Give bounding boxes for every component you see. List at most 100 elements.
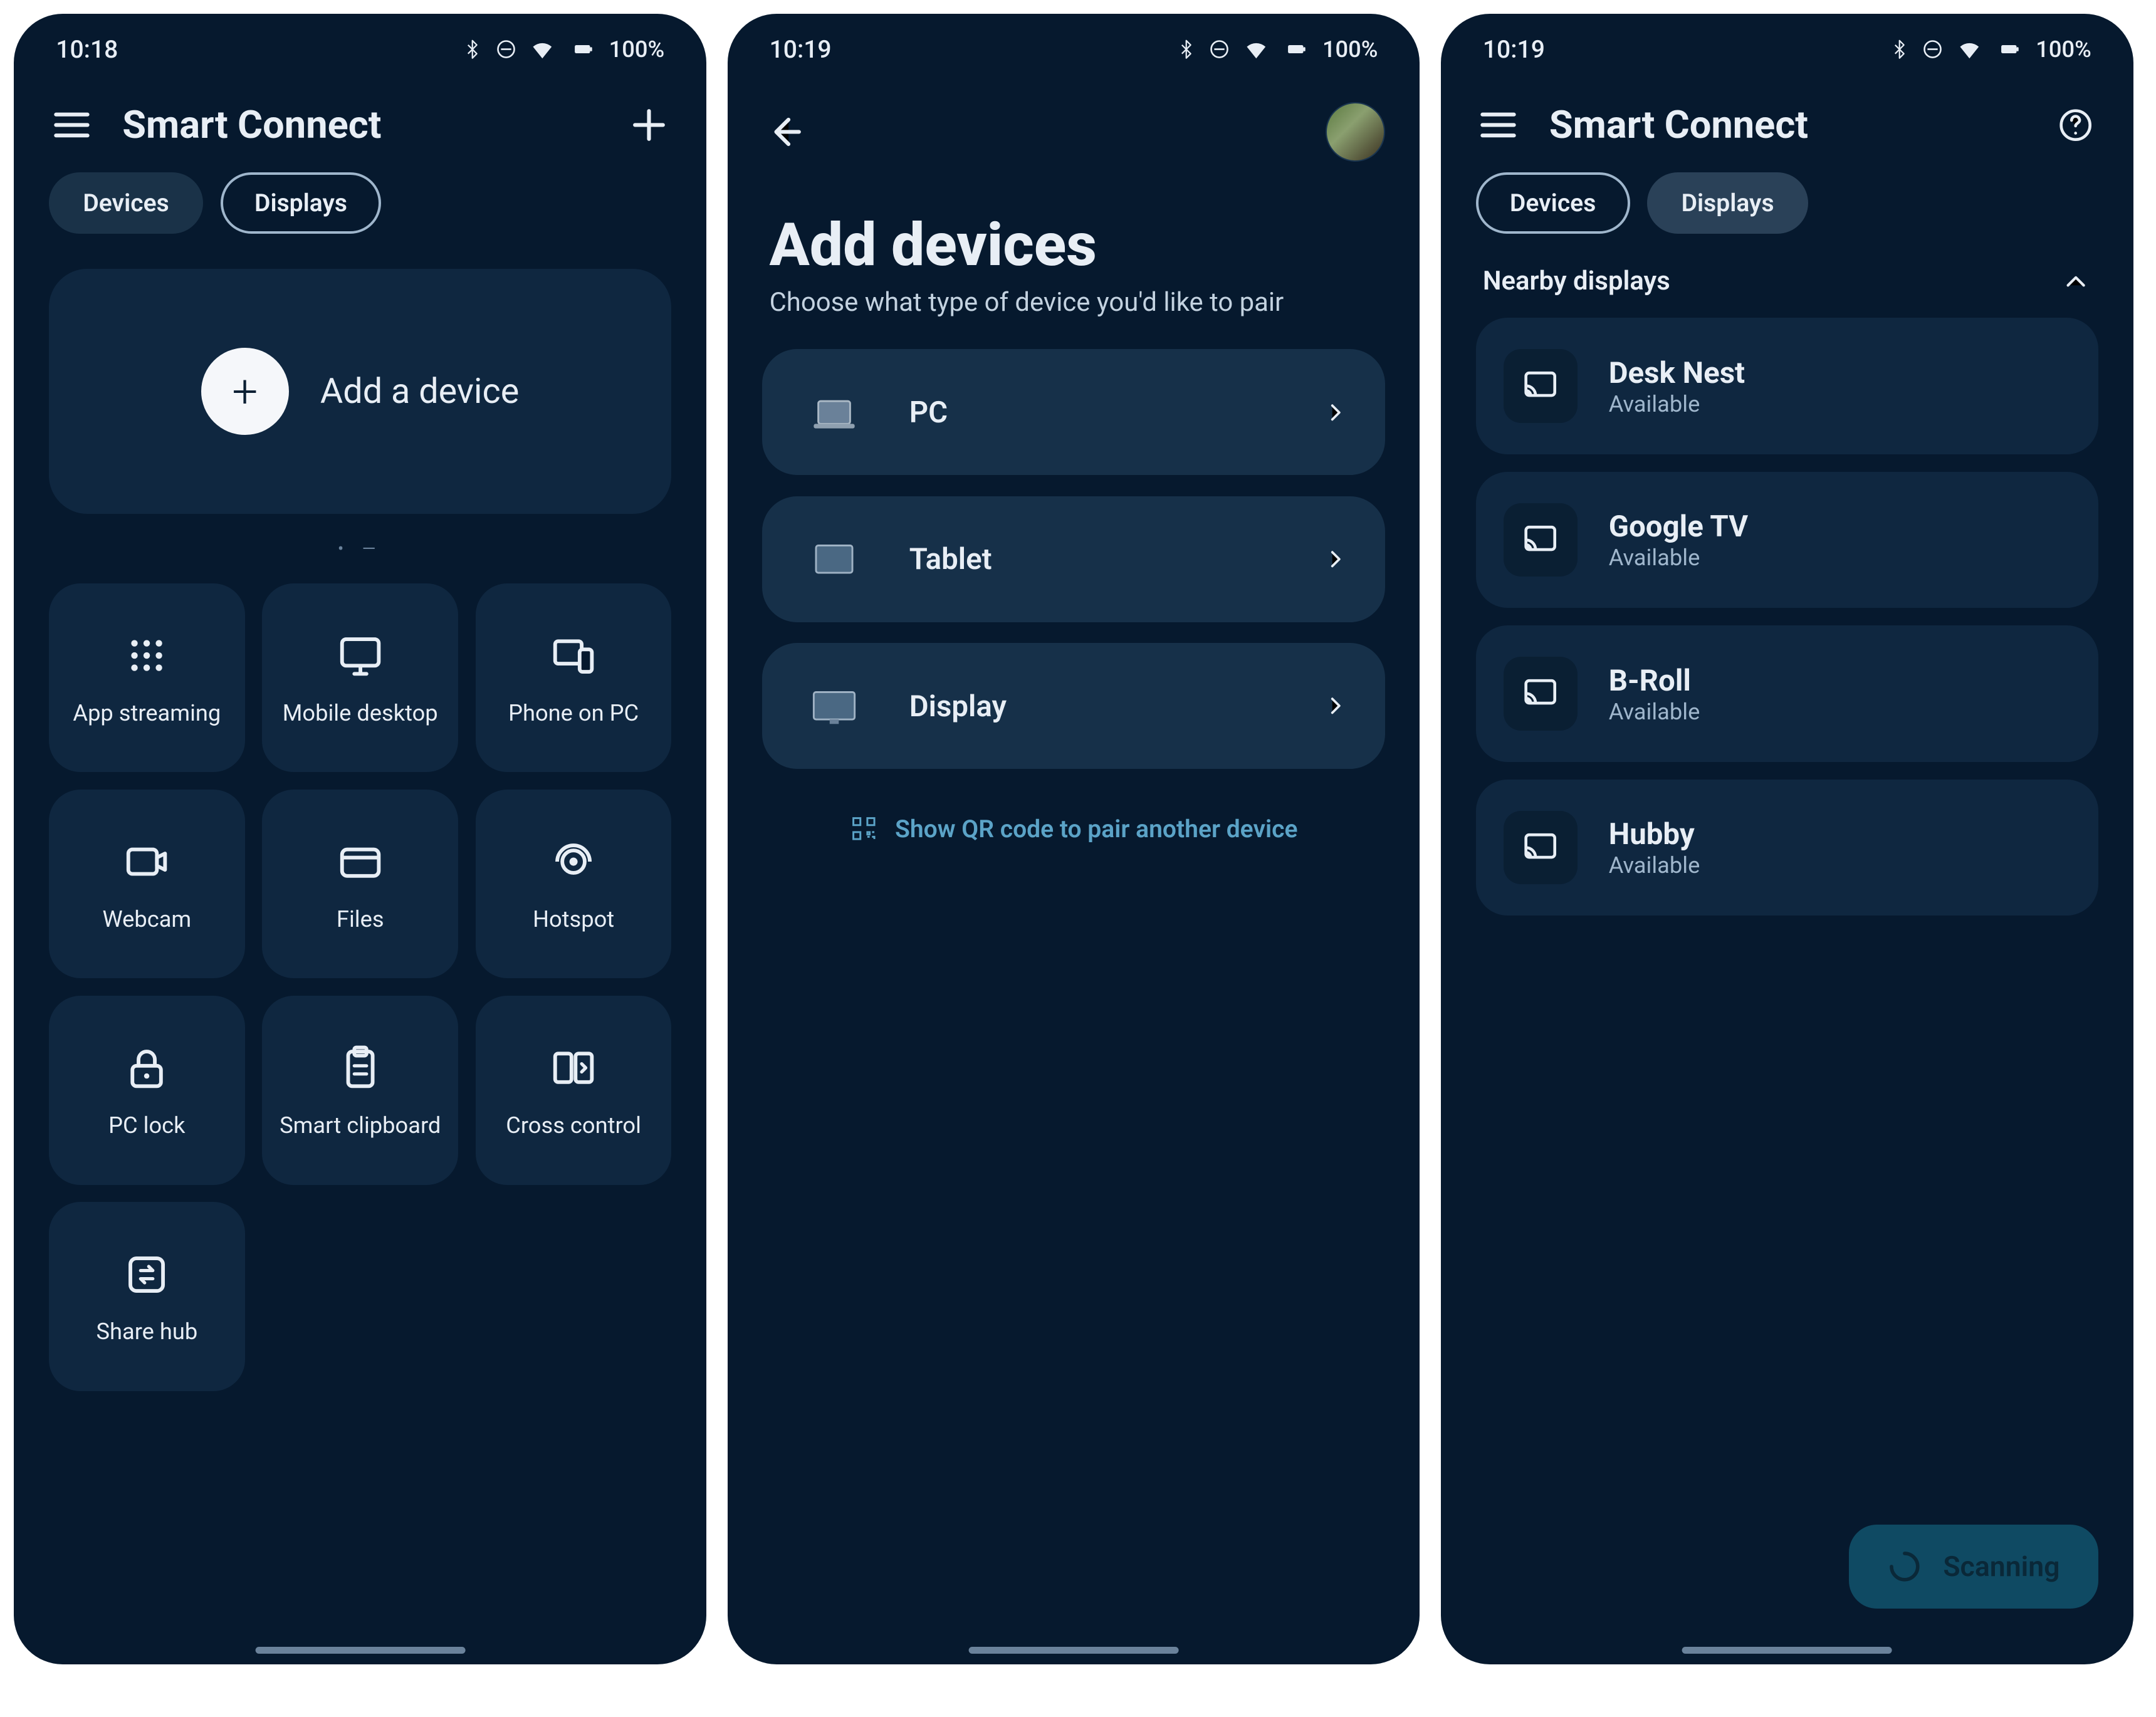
tile-label: Cross control: [506, 1112, 641, 1139]
app-title: Smart Connect: [122, 102, 598, 147]
option-tablet[interactable]: Tablet: [762, 496, 1384, 622]
display-row[interactable]: Desk Nest Available: [1476, 318, 2098, 454]
status-bar: 10:19 100%: [1441, 14, 2133, 71]
wifi-icon: [1242, 35, 1270, 63]
tile-pc-lock[interactable]: PC lock: [49, 996, 244, 1184]
nav-handle[interactable]: [969, 1647, 1179, 1654]
chevron-up-icon: [2060, 266, 2091, 297]
clipboard-icon: [334, 1042, 387, 1095]
grid-dots-icon: [121, 629, 174, 682]
page-subtitle: Choose what type of device you'd like to…: [728, 287, 1420, 349]
menu-icon: [1477, 104, 1519, 146]
tile-webcam[interactable]: Webcam: [49, 790, 244, 978]
wifi-icon: [528, 35, 557, 63]
menu-button[interactable]: [49, 102, 95, 148]
tile-label: App streaming: [73, 699, 221, 726]
bluetooth-icon: [1889, 39, 1910, 60]
battery-pct: 100%: [609, 36, 665, 63]
bluetooth-icon: [1176, 39, 1196, 60]
laptop-icon: [797, 390, 871, 436]
option-display[interactable]: Display: [762, 643, 1384, 769]
tile-cross-control[interactable]: Cross control: [476, 996, 671, 1184]
scanning-chip: Scanning: [1849, 1525, 2098, 1609]
option-pc[interactable]: PC: [762, 349, 1384, 475]
option-label: Tablet: [909, 541, 1284, 577]
lock-icon: [121, 1042, 174, 1095]
display-status: Available: [1609, 390, 1745, 417]
profile-avatar[interactable]: [1326, 102, 1385, 162]
tile-label: PC lock: [108, 1112, 185, 1139]
tile-label: Phone on PC: [508, 699, 639, 726]
battery-pct: 100%: [1322, 36, 1378, 63]
tab-devices[interactable]: Devices: [49, 172, 203, 234]
chevron-right-icon: [1322, 545, 1350, 573]
cast-icon: [1504, 657, 1577, 730]
chevron-right-icon: [1322, 399, 1350, 427]
tile-label: Smart clipboard: [280, 1112, 441, 1139]
spinner-icon: [1887, 1549, 1922, 1584]
battery-icon: [567, 37, 599, 61]
tab-displays[interactable]: Displays: [221, 172, 381, 234]
display-row[interactable]: Google TV Available: [1476, 472, 2098, 608]
clock: 10:19: [770, 35, 832, 64]
scanning-label: Scanning: [1943, 1550, 2059, 1583]
cast-icon: [1504, 349, 1577, 422]
display-name: Desk Nest: [1609, 355, 1745, 390]
section-title: Nearby displays: [1483, 266, 1670, 296]
tablet-icon: [797, 536, 871, 582]
clock: 10:18: [56, 35, 118, 64]
option-label: Display: [909, 689, 1284, 724]
tile-label: Hotspot: [533, 905, 614, 932]
tile-label: Webcam: [102, 905, 191, 932]
back-button[interactable]: [762, 109, 808, 155]
page-title: Add devices: [728, 186, 1420, 287]
plus-circle-icon: +: [201, 348, 289, 436]
nearby-displays-header[interactable]: Nearby displays: [1441, 258, 2133, 318]
help-button[interactable]: [2053, 102, 2098, 148]
battery-pct: 100%: [2036, 36, 2091, 63]
qr-icon: [850, 815, 878, 843]
add-button[interactable]: [626, 102, 672, 148]
tile-label: Share hub: [96, 1318, 197, 1345]
tab-devices[interactable]: Devices: [1476, 172, 1630, 234]
cast-icon: [1504, 503, 1577, 577]
qr-pair-link[interactable]: Show QR code to pair another device: [728, 790, 1420, 868]
battery-icon: [1994, 37, 2025, 61]
monitor-icon: [334, 629, 387, 682]
bluetooth-icon: [462, 39, 483, 60]
nav-handle[interactable]: [1682, 1647, 1892, 1654]
add-device-card[interactable]: + Add a device: [49, 269, 671, 514]
help-icon: [2056, 106, 2095, 144]
phone-pc-icon: [547, 629, 600, 682]
nav-handle[interactable]: [255, 1647, 465, 1654]
dnd-icon: [494, 37, 518, 61]
display-row[interactable]: Hubby Available: [1476, 780, 2098, 916]
tile-smart-clipboard[interactable]: Smart clipboard: [262, 996, 458, 1184]
display-row[interactable]: B-Roll Available: [1476, 625, 2098, 762]
clock: 10:19: [1483, 35, 1545, 64]
tab-displays[interactable]: Displays: [1647, 172, 1808, 234]
menu-icon: [51, 104, 93, 146]
page-indicator: • —: [14, 531, 706, 583]
screen-add-devices: 10:19 100% Add devices Choose what type …: [728, 14, 1420, 1664]
tile-app-streaming[interactable]: App streaming: [49, 583, 244, 772]
wifi-icon: [1955, 35, 1984, 63]
camera-icon: [121, 835, 174, 888]
menu-button[interactable]: [1476, 102, 1522, 148]
tile-phone-on-pc[interactable]: Phone on PC: [476, 583, 671, 772]
tile-hotspot[interactable]: Hotspot: [476, 790, 671, 978]
tile-label: Files: [337, 905, 384, 932]
folder-icon: [334, 835, 387, 888]
screen-devices: 10:18 100% Smart Connect Devices Display…: [14, 14, 706, 1664]
chevron-right-icon: [1322, 692, 1350, 720]
cross-ctrl-icon: [547, 1042, 600, 1095]
feature-grid: App streaming Mobile desktop Phone on PC…: [14, 583, 706, 1391]
display-name: Hubby: [1609, 817, 1700, 852]
tile-share-hub[interactable]: Share hub: [49, 1202, 244, 1391]
tile-files[interactable]: Files: [262, 790, 458, 978]
option-label: PC: [909, 395, 1284, 430]
display-icon: [797, 683, 871, 729]
status-bar: 10:19 100%: [728, 14, 1420, 71]
display-name: B-Roll: [1609, 663, 1700, 698]
tile-mobile-desktop[interactable]: Mobile desktop: [262, 583, 458, 772]
